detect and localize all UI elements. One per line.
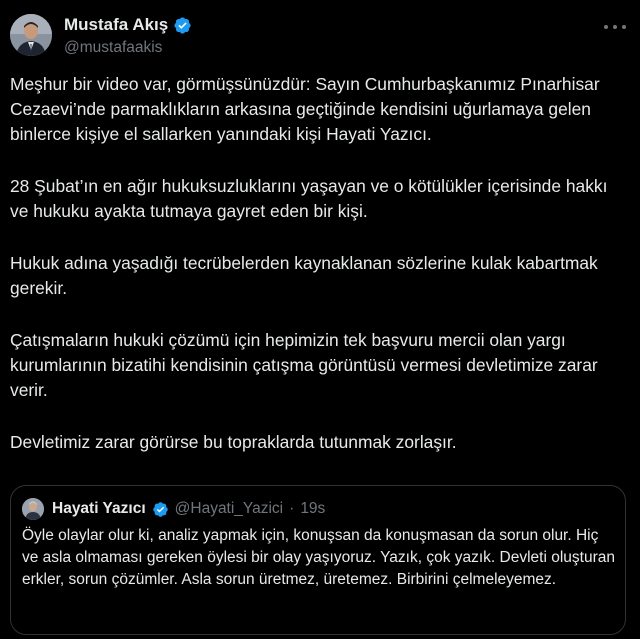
author-names: Mustafa Akış @mustafaakis [64, 15, 192, 57]
tweet-paragraph: Meşhur bir video var, görmüşsünüzdür: Sa… [10, 74, 600, 144]
quoted-author-avatar[interactable] [22, 498, 44, 520]
quoted-tweet-header: Hayati Yazıcı @Hayati_Yazici · 19s [22, 498, 325, 520]
quoted-tweet-time[interactable]: 19s [300, 500, 325, 518]
tweet-paragraph: 28 Şubat’ın en ağır hukuksuzluklarını ya… [10, 176, 608, 221]
quoted-author-name[interactable]: Hayati Yazıcı [52, 500, 146, 518]
verified-badge-icon [174, 16, 191, 34]
author-avatar[interactable] [10, 14, 52, 56]
author-handle[interactable]: @mustafaakis [64, 39, 192, 57]
quoted-author-handle[interactable]: @Hayati_Yazici [175, 500, 284, 518]
author-avatar-image [10, 14, 52, 56]
verified-badge-icon [152, 501, 168, 517]
tweet-header: Mustafa Akış @mustafaakis [10, 13, 630, 63]
tweet-paragraph: Hukuk adına yaşadığı tecrübelerden kayna… [10, 253, 598, 298]
more-options-icon[interactable] [604, 19, 626, 35]
quoted-tweet-text: Öyle olaylar olur ki, analiz yapmak için… [22, 527, 615, 588]
tweet-paragraph: Çatışmaların hukuki çözümü için hepimizi… [10, 330, 598, 400]
tweet-paragraph: Devletimiz zarar görürse bu topraklarda … [10, 432, 457, 452]
separator-dot: · [289, 500, 295, 517]
tweet-text: Meşhur bir video var, görmüşsünüzdür: Sa… [10, 72, 630, 455]
quoted-author-avatar-image [22, 498, 44, 520]
quoted-tweet[interactable]: Hayati Yazıcı @Hayati_Yazici · 19s Öyle … [10, 485, 626, 635]
author-name[interactable]: Mustafa Akış [64, 15, 168, 35]
